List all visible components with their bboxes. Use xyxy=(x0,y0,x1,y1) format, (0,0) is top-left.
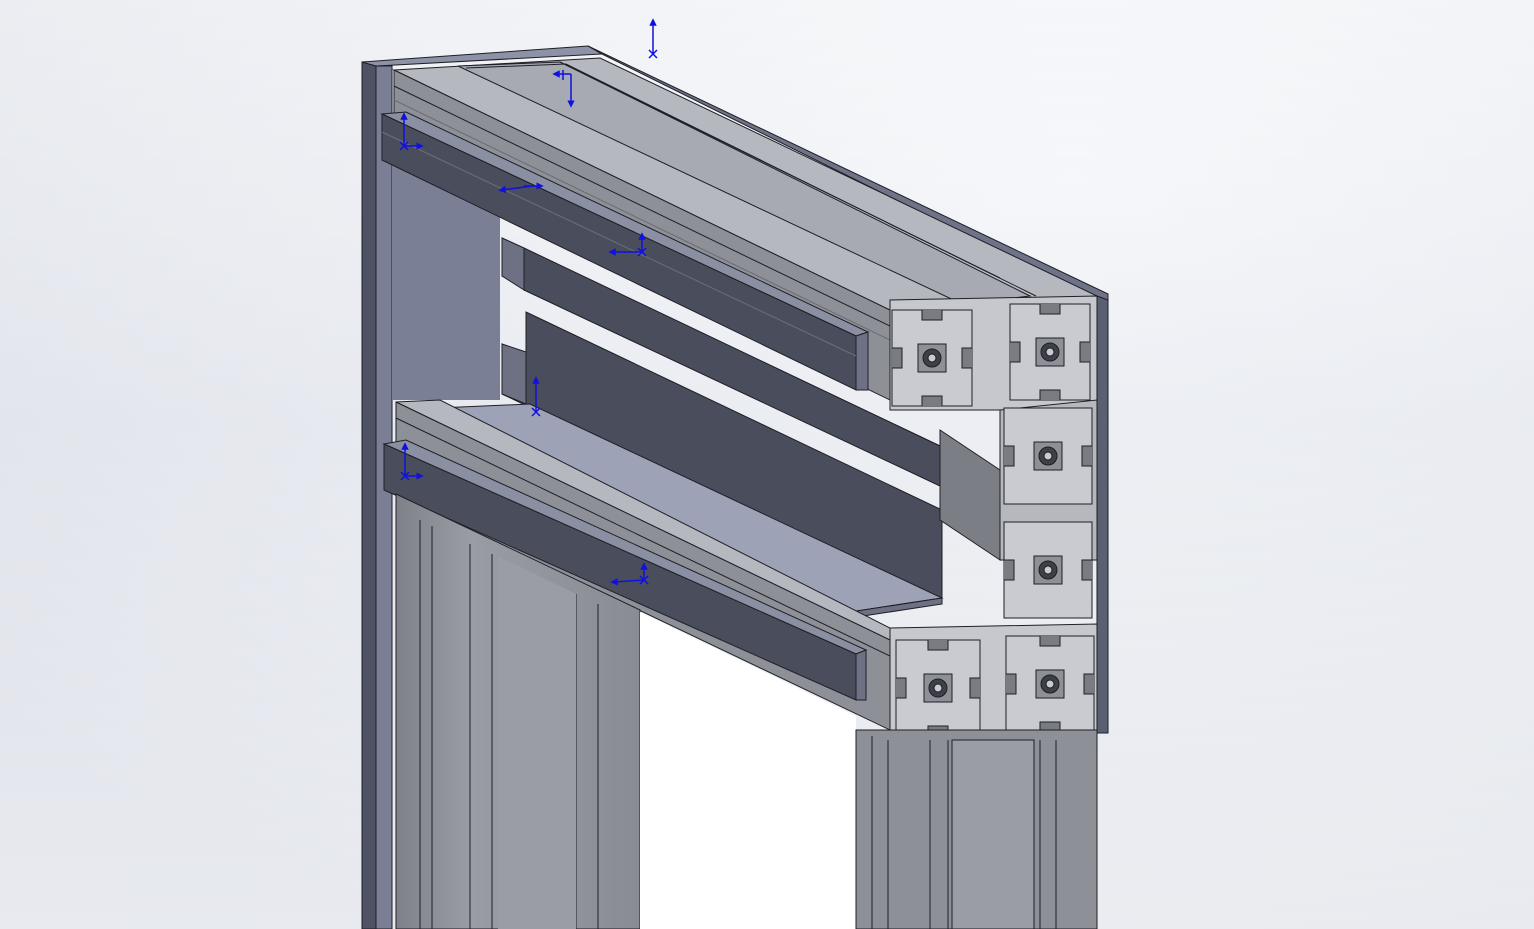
upper-rail-end xyxy=(855,331,869,391)
back-plate-front-face xyxy=(375,65,393,929)
model-canvas[interactable] xyxy=(0,0,1534,929)
profile-upper-left xyxy=(891,309,973,407)
back-plate-side-face xyxy=(361,61,377,929)
right-vertical-leg[interactable] xyxy=(855,729,1098,929)
back-plate-right-edge xyxy=(1096,295,1109,734)
cad-viewport[interactable] xyxy=(0,0,1534,929)
profile-upper-right xyxy=(1009,303,1091,401)
